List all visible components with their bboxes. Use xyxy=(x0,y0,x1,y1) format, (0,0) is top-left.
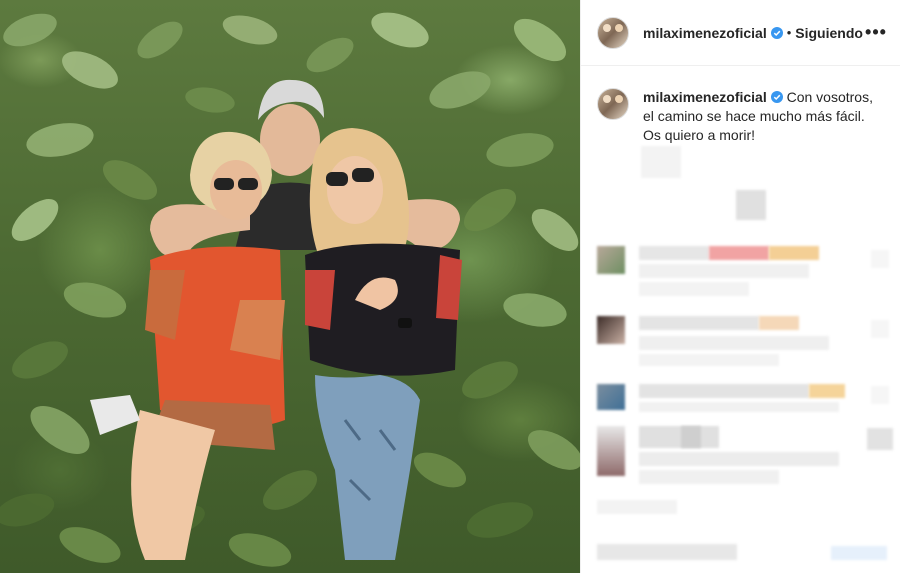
blurred-block xyxy=(736,190,766,220)
blurred-text xyxy=(639,246,709,260)
post-header: milaximenezoficial • Siguiendo ••• xyxy=(581,0,900,66)
blurred-text xyxy=(639,264,809,278)
blurred-text xyxy=(809,384,845,398)
author-avatar[interactable] xyxy=(597,16,629,49)
blurred-avatar xyxy=(597,384,625,410)
blurred-like xyxy=(871,250,889,268)
blurred-like xyxy=(871,386,889,404)
blurred-text xyxy=(639,452,839,466)
verified-badge-icon xyxy=(770,91,783,103)
blurred-text xyxy=(831,546,887,560)
blurred-like xyxy=(871,320,889,338)
blurred-text xyxy=(709,246,769,260)
blurred-block xyxy=(641,146,681,178)
caption-text: milaximenezoficial Con vosotros, el cami… xyxy=(643,88,884,145)
caption-avatar[interactable] xyxy=(597,88,629,120)
blurred-text xyxy=(639,282,749,296)
post-photo[interactable] xyxy=(0,0,580,573)
blurred-avatar xyxy=(597,246,625,274)
more-options-icon[interactable]: ••• xyxy=(864,22,888,42)
blurred-text xyxy=(639,470,779,484)
blurred-avatar xyxy=(597,316,625,344)
blurred-text xyxy=(769,246,819,260)
blurred-text xyxy=(639,384,809,398)
blurred-text xyxy=(639,402,839,412)
photo-illustration xyxy=(0,12,580,567)
author-username[interactable]: milaximenezoficial xyxy=(643,25,767,41)
post-side-panel: milaximenezoficial • Siguiendo ••• milax… xyxy=(580,0,900,573)
blurred-like xyxy=(867,428,893,450)
blurred-text xyxy=(639,354,779,366)
blurred-text xyxy=(597,500,677,514)
blurred-text xyxy=(597,544,737,560)
blurred-text xyxy=(759,316,799,330)
post-caption: milaximenezoficial Con vosotros, el cami… xyxy=(581,66,900,145)
blurred-avatar xyxy=(597,426,625,476)
separator-dot: • xyxy=(786,25,792,40)
blurred-text xyxy=(639,336,829,350)
blurred-text xyxy=(681,426,701,448)
blurred-text xyxy=(639,316,759,330)
caption-username[interactable]: milaximenezoficial xyxy=(643,89,767,105)
following-button[interactable]: Siguiendo xyxy=(795,25,863,41)
blurred-text xyxy=(639,426,719,448)
verified-badge-icon xyxy=(770,26,783,39)
